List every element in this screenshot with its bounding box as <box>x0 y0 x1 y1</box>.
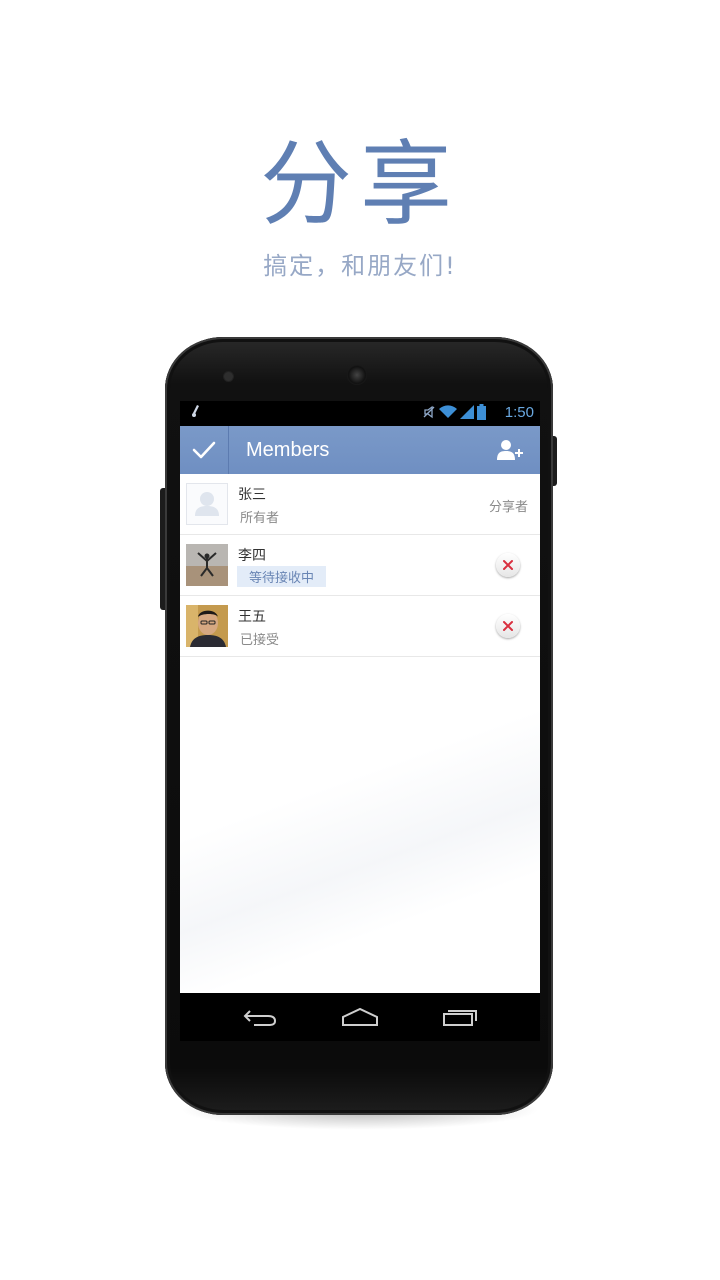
member-name: 张三 <box>238 487 266 503</box>
battery-icon <box>477 403 486 424</box>
navigation-bar <box>180 993 540 1041</box>
promo-title: 分享 <box>259 131 460 238</box>
status-icons <box>422 403 486 424</box>
muted-icon <box>422 405 436 423</box>
remove-member-button[interactable] <box>496 614 520 638</box>
front-sensor <box>224 372 233 381</box>
avatar <box>186 544 228 586</box>
back-button[interactable] <box>220 993 300 1041</box>
member-status: 已接受 <box>240 633 280 648</box>
back-icon <box>243 1010 277 1026</box>
promo-subtitle: 搞定，和朋友们! <box>263 252 457 280</box>
front-camera <box>347 365 367 385</box>
avatar-photo <box>186 544 228 586</box>
status-time: 1:50 <box>504 404 534 421</box>
status-bar: 1:50 <box>180 401 540 426</box>
member-list: 张三 所有者 分享者 李四 等待接收中 王五 已接受 <box>180 474 540 657</box>
close-icon <box>503 560 513 570</box>
home-icon <box>342 1007 378 1026</box>
member-row-accepted[interactable]: 王五 已接受 <box>180 596 540 657</box>
notification-icon <box>192 405 200 421</box>
avatar <box>186 605 228 647</box>
member-name: 李四 <box>238 548 266 564</box>
member-name: 王五 <box>238 609 266 625</box>
screen-glare <box>180 651 540 991</box>
member-role: 分享者 <box>488 500 528 515</box>
avatar-photo <box>186 605 228 647</box>
default-avatar-icon <box>195 492 219 516</box>
member-status-badge: 等待接收中 <box>237 566 327 587</box>
member-status: 所有者 <box>240 511 280 526</box>
member-row-owner[interactable]: 张三 所有者 分享者 <box>180 474 540 535</box>
home-button[interactable] <box>320 993 400 1041</box>
member-row-pending[interactable]: 李四 等待接收中 <box>180 535 540 596</box>
add-member-button[interactable] <box>486 426 534 474</box>
recents-icon <box>443 1010 477 1026</box>
avatar <box>186 483 228 525</box>
screen-title: Members <box>246 439 330 461</box>
confirm-button[interactable] <box>180 426 228 474</box>
action-bar-divider <box>228 426 229 474</box>
recents-button[interactable] <box>420 993 500 1041</box>
action-bar: Members <box>180 426 540 474</box>
phone-screen: 1:50 Members 张三 所有者 分享者 李四 等待接收中 王五 已接受 <box>180 401 540 1041</box>
add-user-icon <box>497 440 523 460</box>
check-icon <box>192 441 216 459</box>
remove-member-button[interactable] <box>496 553 520 577</box>
close-icon <box>503 621 513 631</box>
signal-icon <box>460 404 474 423</box>
wifi-icon <box>439 404 457 423</box>
